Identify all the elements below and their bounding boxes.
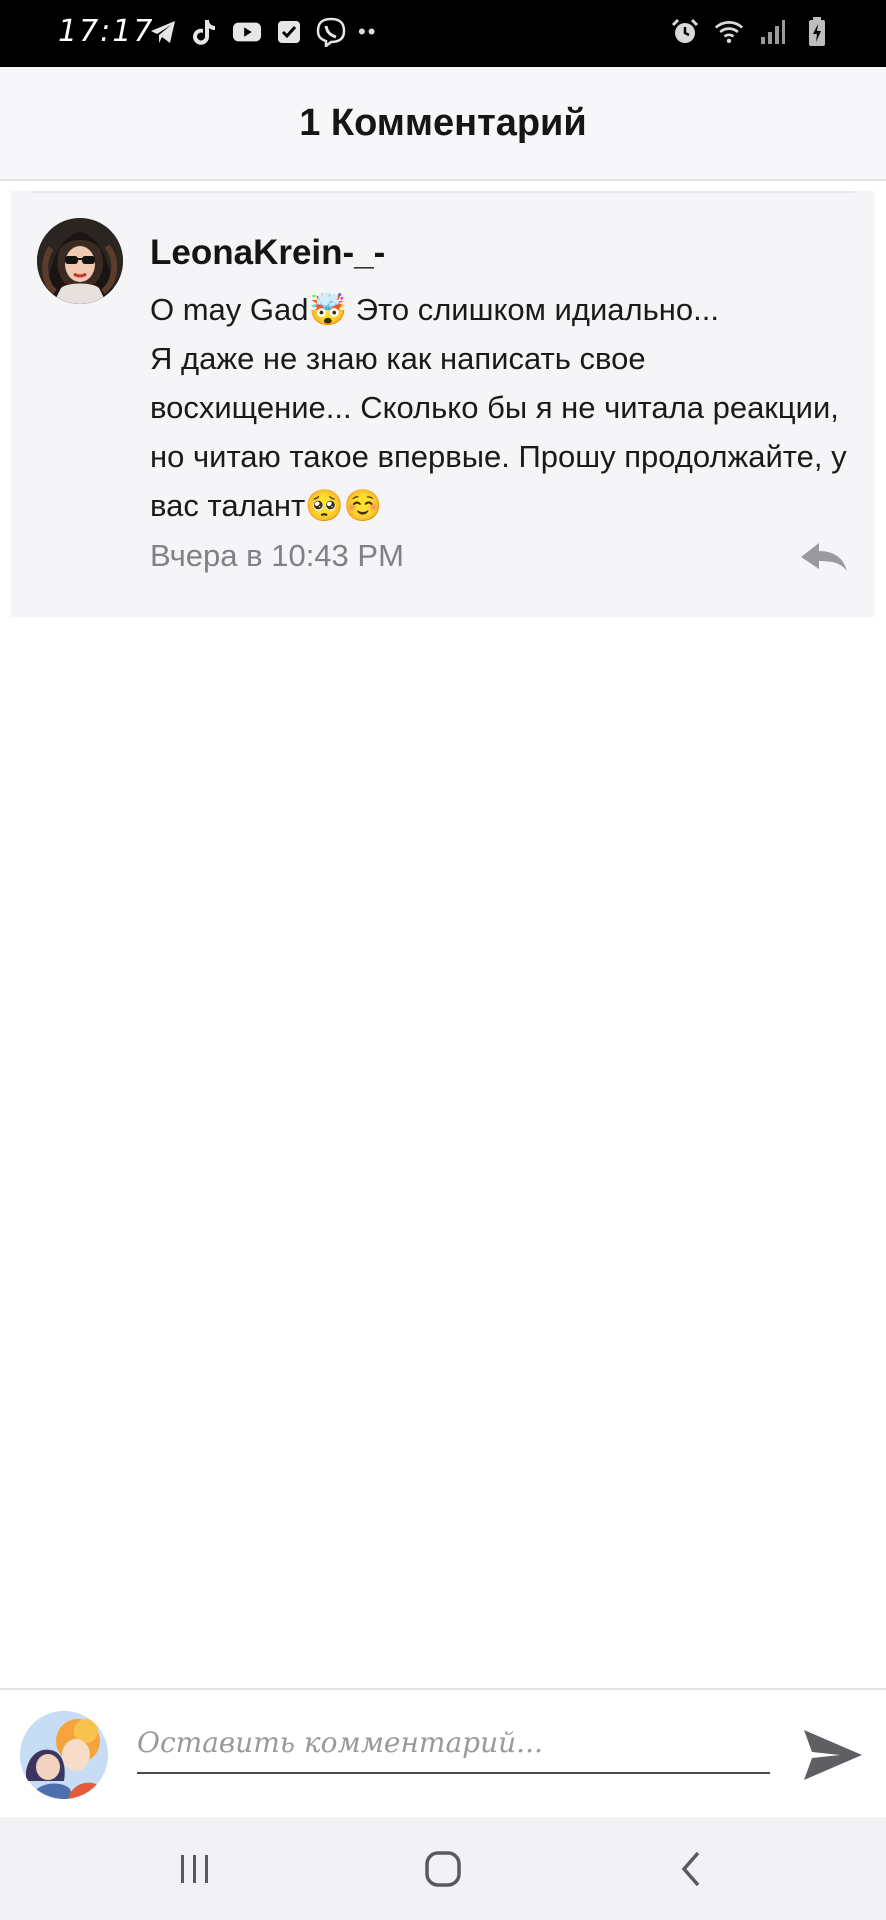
comment-composer: [0, 1688, 886, 1817]
comment-input[interactable]: [137, 1712, 770, 1774]
tiktok-icon: [190, 17, 220, 47]
telegram-icon: [148, 17, 178, 47]
divider: [31, 191, 855, 193]
signal-icon: [758, 17, 788, 47]
comment-text: O may Gad🤯 Это слишком идиально... Я даж…: [150, 292, 847, 523]
system-icons: [670, 17, 832, 47]
reply-button[interactable]: [799, 539, 849, 579]
status-bar: 17:17 ••: [0, 0, 886, 67]
back-icon: [681, 1851, 700, 1887]
more-notifications-dots: ••: [358, 19, 378, 44]
status-time: 17:17: [58, 14, 155, 49]
home-icon: [425, 1851, 461, 1887]
comment-author[interactable]: LeonaKrein-_-: [150, 233, 385, 273]
avatar[interactable]: [37, 218, 123, 304]
page-title: 1 Комментарий: [299, 101, 587, 144]
youtube-icon: [232, 17, 262, 47]
recent-apps-icon: [181, 1855, 208, 1883]
user-avatar[interactable]: [20, 1711, 108, 1799]
send-icon: [804, 1730, 862, 1780]
recent-apps-button[interactable]: [165, 1847, 225, 1891]
checkbox-icon: [274, 17, 304, 47]
send-button[interactable]: [800, 1722, 866, 1788]
alarm-icon: [670, 17, 700, 47]
wifi-icon: [714, 17, 744, 47]
viber-icon: [316, 17, 346, 47]
back-button[interactable]: [661, 1847, 721, 1891]
battery-icon: [802, 17, 832, 47]
system-nav-bar: [0, 1817, 886, 1920]
comment-timestamp: Вчера в 10:43 PM: [150, 538, 404, 573]
reply-icon: [801, 543, 847, 571]
home-button[interactable]: [413, 1847, 473, 1891]
notification-icons: ••: [148, 17, 377, 47]
comment-item: LeonaKrein-_- O may Gad🤯 Это слишком иди…: [11, 191, 875, 617]
comments-header: 1 Комментарий: [0, 67, 886, 181]
